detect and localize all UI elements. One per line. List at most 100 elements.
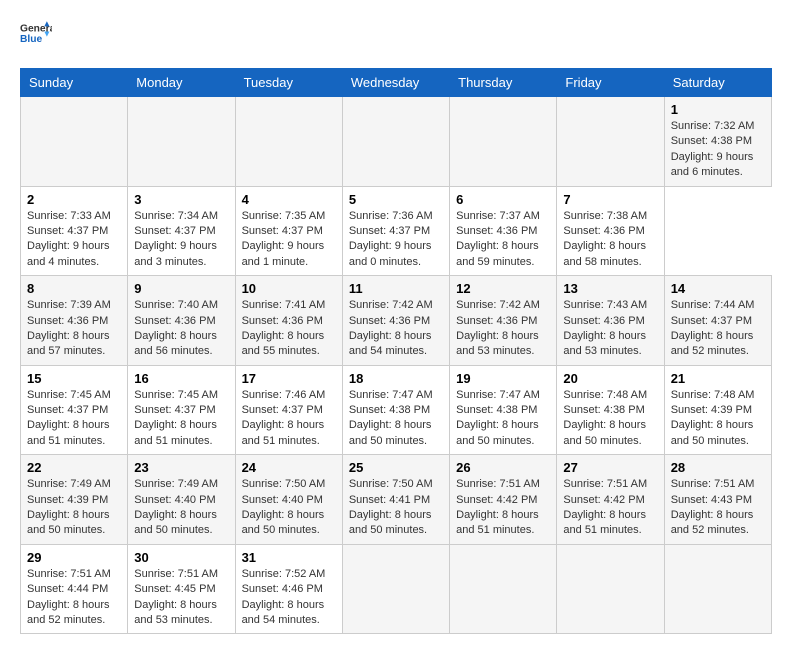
svg-text:Blue: Blue — [20, 34, 42, 45]
day-info: Sunrise: 7:49 AMSunset: 4:40 PMDaylight:… — [134, 477, 228, 539]
day-info: Sunrise: 7:33 AMSunset: 4:37 PMDaylight:… — [27, 209, 121, 271]
day-info: Sunrise: 7:35 AMSunset: 4:37 PMDaylight:… — [242, 209, 336, 271]
calendar-day-15: 15 Sunrise: 7:45 AMSunset: 4:37 PMDayligh… — [21, 365, 128, 455]
calendar-week-row: 8Sunrise: 7:39 AMSunset: 4:36 PMDaylight… — [21, 276, 772, 366]
day-number: 16 — [134, 371, 228, 386]
calendar-day-1: 1Sunrise: 7:32 AMSunset: 4:38 PMDaylight… — [664, 97, 771, 187]
day-info: Sunrise: 7:47 AMSunset: 4:38 PMDaylight:… — [349, 388, 443, 450]
calendar-day-16: 16 Sunrise: 7:45 AMSunset: 4:37 PMDayligh… — [128, 365, 235, 455]
calendar-day-3: 3 Sunrise: 7:34 AMSunset: 4:37 PMDaylight… — [128, 186, 235, 276]
day-number: 17 — [242, 371, 336, 386]
calendar-day-28: 28 Sunrise: 7:51 AMSunset: 4:43 PMDayligh… — [664, 455, 771, 545]
day-number: 31 — [242, 550, 336, 565]
empty-cell — [128, 97, 235, 187]
day-info: Sunrise: 7:51 AMSunset: 4:42 PMDaylight:… — [563, 477, 657, 539]
logo: General Blue — [20, 20, 52, 52]
day-info: Sunrise: 7:42 AMSunset: 4:36 PMDaylight:… — [349, 298, 443, 360]
empty-cell — [235, 97, 342, 187]
calendar-day-19: 19 Sunrise: 7:47 AMSunset: 4:38 PMDayligh… — [450, 365, 557, 455]
calendar-day-5: 5 Sunrise: 7:36 AMSunset: 4:37 PMDaylight… — [342, 186, 449, 276]
calendar-day-31: 31 Sunrise: 7:52 AMSunset: 4:46 PMDayligh… — [235, 544, 342, 634]
empty-cell — [557, 544, 664, 634]
calendar-day-9: 9Sunrise: 7:40 AMSunset: 4:36 PMDaylight… — [128, 276, 235, 366]
generalblue-logo-icon: General Blue — [20, 20, 52, 52]
empty-cell — [450, 97, 557, 187]
calendar-day-14: 14Sunrise: 7:44 AMSunset: 4:37 PMDayligh… — [664, 276, 771, 366]
day-info: Sunrise: 7:38 AMSunset: 4:36 PMDaylight:… — [563, 209, 657, 271]
calendar-day-8: 8Sunrise: 7:39 AMSunset: 4:36 PMDaylight… — [21, 276, 128, 366]
calendar-day-18: 18 Sunrise: 7:47 AMSunset: 4:38 PMDayligh… — [342, 365, 449, 455]
day-info: Sunrise: 7:45 AMSunset: 4:37 PMDaylight:… — [134, 388, 228, 450]
day-info: Sunrise: 7:43 AMSunset: 4:36 PMDaylight:… — [563, 298, 657, 360]
day-info: Sunrise: 7:32 AMSunset: 4:38 PMDaylight:… — [671, 119, 765, 181]
calendar-day-24: 24Sunrise: 7:50 AMSunset: 4:40 PMDayligh… — [235, 455, 342, 545]
day-info: Sunrise: 7:34 AMSunset: 4:37 PMDaylight:… — [134, 209, 228, 271]
day-info: Sunrise: 7:39 AMSunset: 4:36 PMDaylight:… — [27, 298, 121, 360]
day-number: 28 — [671, 460, 765, 475]
day-number: 15 — [27, 371, 121, 386]
day-info: Sunrise: 7:40 AMSunset: 4:36 PMDaylight:… — [134, 298, 228, 360]
calendar-day-13: 13Sunrise: 7:43 AMSunset: 4:36 PMDayligh… — [557, 276, 664, 366]
day-info: Sunrise: 7:47 AMSunset: 4:38 PMDaylight:… — [456, 388, 550, 450]
day-number: 14 — [671, 281, 765, 296]
calendar-day-26: 26Sunrise: 7:51 AMSunset: 4:42 PMDayligh… — [450, 455, 557, 545]
calendar-week-row: 29 Sunrise: 7:51 AMSunset: 4:44 PMDayligh… — [21, 544, 772, 634]
column-header-tuesday: Tuesday — [235, 69, 342, 97]
page-header: General Blue — [20, 20, 772, 52]
day-info: Sunrise: 7:51 AMSunset: 4:44 PMDaylight:… — [27, 567, 121, 629]
calendar-day-25: 25Sunrise: 7:50 AMSunset: 4:41 PMDayligh… — [342, 455, 449, 545]
day-number: 19 — [456, 371, 550, 386]
day-number: 10 — [242, 281, 336, 296]
calendar-week-row: 2 Sunrise: 7:33 AMSunset: 4:37 PMDaylight… — [21, 186, 772, 276]
day-number: 6 — [456, 192, 550, 207]
calendar-day-30: 30 Sunrise: 7:51 AMSunset: 4:45 PMDayligh… — [128, 544, 235, 634]
day-number: 23 — [134, 460, 228, 475]
day-info: Sunrise: 7:51 AMSunset: 4:43 PMDaylight:… — [671, 477, 765, 539]
column-header-wednesday: Wednesday — [342, 69, 449, 97]
calendar-day-11: 11 Sunrise: 7:42 AMSunset: 4:36 PMDayligh… — [342, 276, 449, 366]
calendar-week-row: 15 Sunrise: 7:45 AMSunset: 4:37 PMDayligh… — [21, 365, 772, 455]
empty-cell — [557, 97, 664, 187]
column-header-friday: Friday — [557, 69, 664, 97]
day-info: Sunrise: 7:51 AMSunset: 4:42 PMDaylight:… — [456, 477, 550, 539]
day-number: 3 — [134, 192, 228, 207]
calendar-day-2: 2 Sunrise: 7:33 AMSunset: 4:37 PMDaylight… — [21, 186, 128, 276]
day-number: 11 — [349, 281, 443, 296]
day-number: 30 — [134, 550, 228, 565]
day-number: 25 — [349, 460, 443, 475]
column-header-saturday: Saturday — [664, 69, 771, 97]
day-info: Sunrise: 7:49 AMSunset: 4:39 PMDaylight:… — [27, 477, 121, 539]
day-info: Sunrise: 7:37 AMSunset: 4:36 PMDaylight:… — [456, 209, 550, 271]
calendar-day-23: 23 Sunrise: 7:49 AMSunset: 4:40 PMDayligh… — [128, 455, 235, 545]
calendar-day-22: 22 Sunrise: 7:49 AMSunset: 4:39 PMDayligh… — [21, 455, 128, 545]
calendar-day-12: 12 Sunrise: 7:42 AMSunset: 4:36 PMDayligh… — [450, 276, 557, 366]
day-number: 5 — [349, 192, 443, 207]
day-info: Sunrise: 7:45 AMSunset: 4:37 PMDaylight:… — [27, 388, 121, 450]
empty-cell — [342, 544, 449, 634]
calendar-day-7: 7Sunrise: 7:38 AMSunset: 4:36 PMDaylight… — [557, 186, 664, 276]
day-number: 12 — [456, 281, 550, 296]
calendar-day-27: 27Sunrise: 7:51 AMSunset: 4:42 PMDayligh… — [557, 455, 664, 545]
calendar-day-4: 4 Sunrise: 7:35 AMSunset: 4:37 PMDaylight… — [235, 186, 342, 276]
calendar-day-10: 10 Sunrise: 7:41 AMSunset: 4:36 PMDayligh… — [235, 276, 342, 366]
calendar-day-17: 17Sunrise: 7:46 AMSunset: 4:37 PMDayligh… — [235, 365, 342, 455]
day-number: 2 — [27, 192, 121, 207]
calendar-day-6: 6 Sunrise: 7:37 AMSunset: 4:36 PMDaylight… — [450, 186, 557, 276]
day-info: Sunrise: 7:52 AMSunset: 4:46 PMDaylight:… — [242, 567, 336, 629]
day-number: 21 — [671, 371, 765, 386]
calendar-day-21: 21Sunrise: 7:48 AMSunset: 4:39 PMDayligh… — [664, 365, 771, 455]
day-number: 18 — [349, 371, 443, 386]
day-number: 4 — [242, 192, 336, 207]
day-info: Sunrise: 7:36 AMSunset: 4:37 PMDaylight:… — [349, 209, 443, 271]
day-info: Sunrise: 7:41 AMSunset: 4:36 PMDaylight:… — [242, 298, 336, 360]
day-number: 24 — [242, 460, 336, 475]
calendar-week-row: 1Sunrise: 7:32 AMSunset: 4:38 PMDaylight… — [21, 97, 772, 187]
calendar-day-29: 29 Sunrise: 7:51 AMSunset: 4:44 PMDayligh… — [21, 544, 128, 634]
day-number: 22 — [27, 460, 121, 475]
day-info: Sunrise: 7:42 AMSunset: 4:36 PMDaylight:… — [456, 298, 550, 360]
calendar-week-row: 22 Sunrise: 7:49 AMSunset: 4:39 PMDayligh… — [21, 455, 772, 545]
day-number: 29 — [27, 550, 121, 565]
day-info: Sunrise: 7:51 AMSunset: 4:45 PMDaylight:… — [134, 567, 228, 629]
empty-cell — [21, 97, 128, 187]
calendar-table: SundayMondayTuesdayWednesdayThursdayFrid… — [20, 68, 772, 634]
